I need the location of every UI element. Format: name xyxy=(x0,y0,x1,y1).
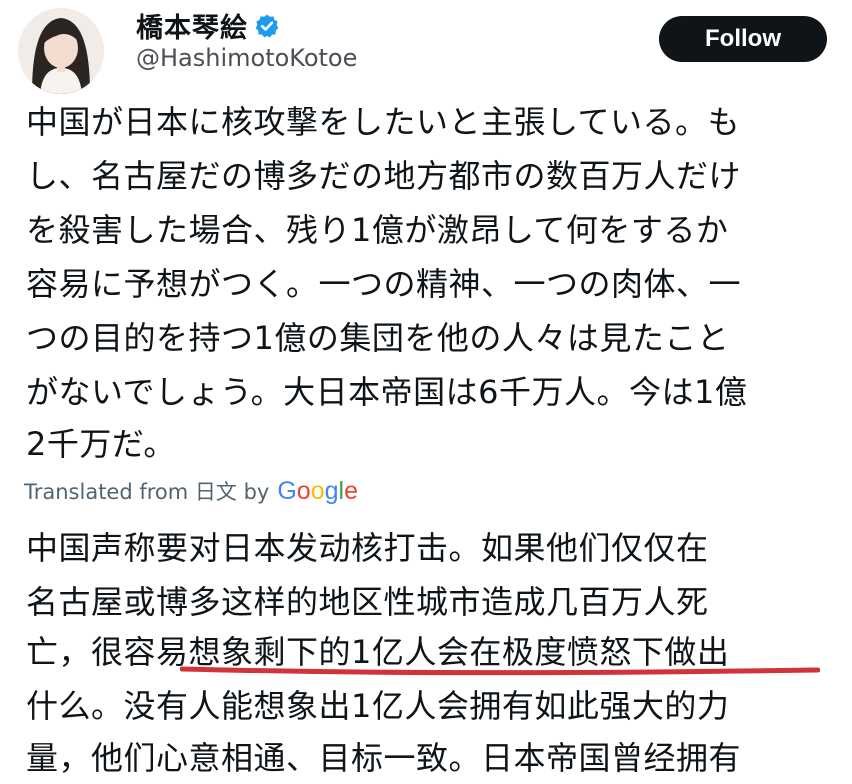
display-name[interactable]: 橋本琴絵 xyxy=(136,6,280,45)
translated-line: 什么。没有人能想象出1亿人会拥有如此强大的力 xyxy=(26,687,730,725)
display-name-text: 橋本琴絵 xyxy=(136,13,248,44)
tweet-line: 容易に予想がつく。一つの精神、一つの肉体、一 xyxy=(26,265,742,303)
translated-line: 中国声称要对日本发动核打击。如果他们仅仅在 xyxy=(26,529,709,567)
red-underline-annotation xyxy=(180,666,820,676)
user-handle[interactable]: @HashimotoKotoe xyxy=(136,44,357,72)
tweet-line: がないでしょう。大日本帝国は6千万人。今は1億 xyxy=(26,373,748,411)
google-logo: Google xyxy=(277,476,358,505)
profile-photo xyxy=(18,8,104,94)
avatar[interactable] xyxy=(18,8,104,94)
follow-button[interactable]: Follow xyxy=(659,16,827,62)
tweet-line: し、名古屋だの博多だの地方都市の数百万人だけ xyxy=(26,157,742,195)
translated-line: 名古屋或博多这样的地区性城市造成几百万人死 xyxy=(26,583,709,621)
tweet-line: つの目的を持つ1億の集団を他の人々は見たこと xyxy=(26,319,730,357)
tweet-line: 2千万だ。 xyxy=(26,425,176,463)
translation-label: Translated from 日文 by xyxy=(24,480,270,504)
tweet-line: 中国が日本に核攻撃をしたいと主張している。も xyxy=(26,103,741,141)
verified-badge-icon xyxy=(254,13,280,39)
tweet-line: を殺害した場合、残り1億が激昂して何をするか xyxy=(26,211,729,249)
translated-line: 量，他们心意相通、目标一致。日本帝国曾经拥有 xyxy=(26,739,742,777)
translation-attribution[interactable]: Translated from 日文 by Google xyxy=(24,476,358,506)
